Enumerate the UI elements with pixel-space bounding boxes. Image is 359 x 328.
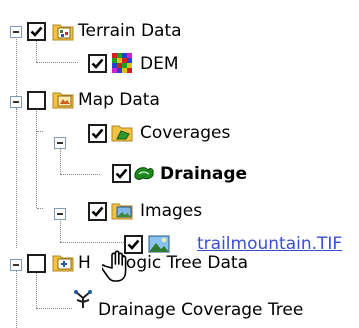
checkbox-map-data[interactable] (27, 91, 46, 110)
tree-label-terrain-data[interactable]: Terrain Data (78, 21, 182, 41)
tree-label-images[interactable]: Images (140, 201, 202, 221)
collapse-toggle-hydrologic-tree-data[interactable] (10, 259, 22, 271)
tree-connector (37, 208, 43, 209)
terrain-folder-icon (52, 20, 74, 42)
tree-connector (16, 36, 17, 96)
tree-connector (36, 62, 78, 63)
tree-node-icon (72, 288, 94, 310)
coverage-folder-icon (111, 121, 133, 143)
collapse-toggle-terrain-data[interactable] (10, 26, 22, 38)
tree-connector (60, 242, 124, 243)
project-explorer-tree: Terrain Data DEM Map Data Coverages Drai… (0, 0, 359, 328)
tree-label-dem[interactable]: DEM (140, 54, 179, 74)
tree-folder-icon (52, 251, 74, 273)
map-folder-icon (52, 88, 74, 110)
tree-connector (60, 174, 100, 175)
tree-connector (16, 108, 17, 248)
checkbox-hydrologic-tree-data[interactable] (27, 254, 46, 273)
checkbox-terrain-data[interactable] (27, 22, 46, 41)
checkmark-icon (30, 26, 43, 37)
tree-connector (60, 221, 61, 242)
tree-label-hydrologic-start: H (78, 253, 91, 273)
checkbox-coverages[interactable] (88, 124, 107, 143)
drainage-polygon-icon (133, 162, 155, 184)
grid-raster-icon (111, 52, 133, 74)
tree-connector (36, 272, 37, 308)
checkbox-drainage[interactable] (112, 164, 131, 183)
image-folder-icon (111, 199, 133, 221)
checkbox-dem[interactable] (88, 54, 107, 73)
tree-label-drainage[interactable]: Drainage (160, 164, 247, 184)
checkmark-icon (91, 206, 104, 217)
tree-connector (36, 308, 72, 309)
image-thumbnail-icon (148, 233, 170, 255)
collapse-toggle-coverages[interactable] (54, 137, 66, 149)
checkmark-icon (91, 128, 104, 139)
checkbox-images[interactable] (88, 202, 107, 221)
checkmark-icon (115, 168, 128, 179)
tree-label-map-data[interactable]: Map Data (78, 90, 160, 110)
tree-connector (37, 131, 43, 132)
checkmark-icon (91, 58, 104, 69)
tree-label-drainage-coverage-tree[interactable]: Drainage Coverage Tree (98, 300, 303, 320)
collapse-toggle-map-data[interactable] (10, 96, 22, 108)
collapse-toggle-images[interactable] (54, 208, 66, 220)
hand-pointer-icon (102, 250, 127, 282)
tree-label-coverages[interactable]: Coverages (140, 123, 230, 143)
tree-label-trailmountain[interactable]: trailmountain.TIF (197, 234, 342, 254)
tree-connector (36, 108, 37, 208)
